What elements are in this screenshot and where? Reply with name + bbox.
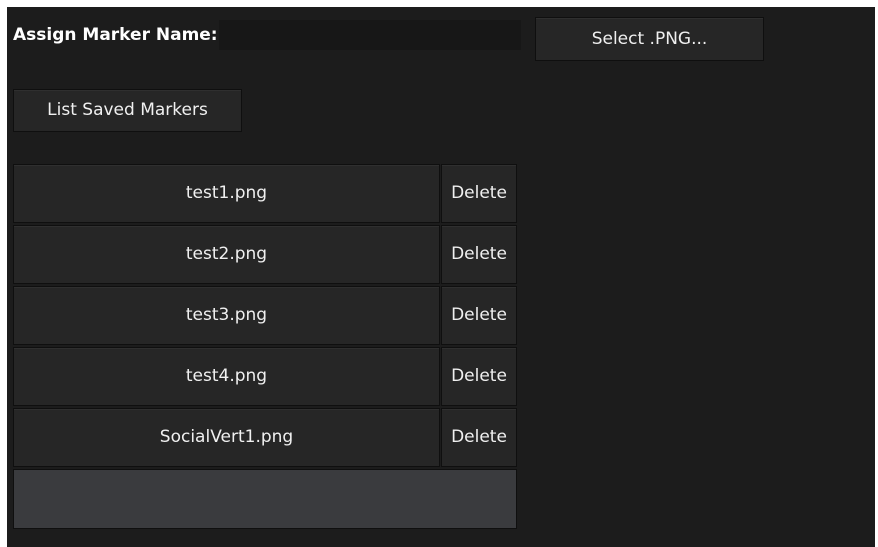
select-png-button[interactable]: Select .PNG...	[535, 17, 764, 61]
marker-name-row: Assign Marker Name: Select .PNG...	[13, 15, 869, 61]
marker-row: SocialVert1.png Delete	[13, 407, 517, 468]
delete-marker-button[interactable]: Delete	[441, 408, 517, 467]
delete-marker-button[interactable]: Delete	[441, 347, 517, 406]
delete-marker-button[interactable]: Delete	[441, 164, 517, 223]
marker-row: test4.png Delete	[13, 346, 517, 407]
saved-markers-list: test1.png Delete test2.png Delete test3.…	[13, 163, 517, 529]
delete-marker-button[interactable]: Delete	[441, 286, 517, 345]
marker-file-button[interactable]: test3.png	[13, 286, 440, 345]
list-saved-markers-button[interactable]: List Saved Markers	[13, 89, 242, 132]
marker-manager-panel: Assign Marker Name: Select .PNG... List …	[7, 7, 875, 547]
marker-file-button[interactable]: test1.png	[13, 164, 440, 223]
empty-marker-slot	[13, 469, 517, 529]
marker-file-button[interactable]: test2.png	[13, 225, 440, 284]
marker-row: test2.png Delete	[13, 224, 517, 285]
delete-marker-button[interactable]: Delete	[441, 225, 517, 284]
marker-name-label: Assign Marker Name:	[13, 25, 218, 45]
marker-row: test3.png Delete	[13, 285, 517, 346]
marker-file-button[interactable]: SocialVert1.png	[13, 408, 440, 467]
marker-row: test1.png Delete	[13, 163, 517, 224]
marker-name-input[interactable]	[219, 20, 521, 50]
marker-file-button[interactable]: test4.png	[13, 347, 440, 406]
